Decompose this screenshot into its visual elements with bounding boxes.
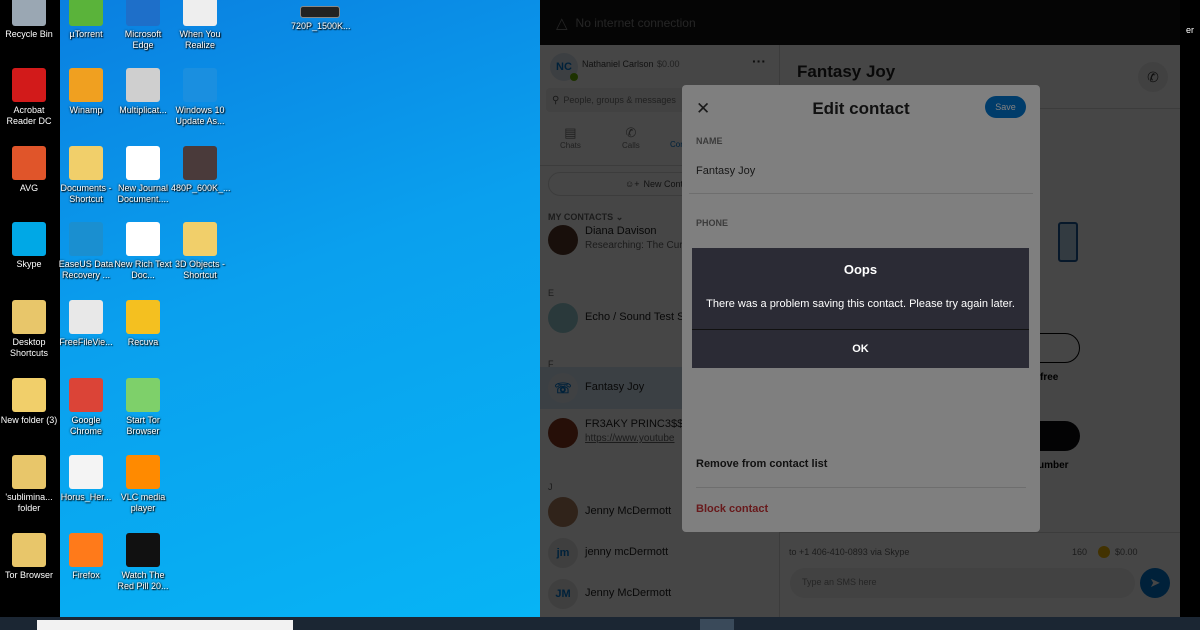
taskbar (0, 617, 1200, 630)
taskbar-active-app[interactable] (700, 619, 734, 630)
desktop-icon[interactable]: Start Tor Browser (114, 378, 172, 437)
desktop-icon-label: Acrobat Reader DC (6, 105, 52, 126)
desktop-icon[interactable]: Firefox (57, 533, 115, 581)
desktop-icon[interactable]: EaseUS Data Recovery ... (57, 222, 115, 281)
desktop-icon-label: Desktop Shortcuts (9, 337, 49, 358)
desktop-icon-label: New Rich Text Doc... (114, 259, 172, 280)
desktop-icon[interactable]: Desktop Shortcuts (0, 300, 58, 359)
app-icon (126, 533, 160, 567)
app-icon (183, 0, 217, 26)
desktop-icon-label: Horus_Her... (60, 492, 112, 502)
desktop-icon[interactable]: Skype (0, 222, 58, 270)
app-icon (126, 300, 160, 334)
app-icon (12, 300, 46, 334)
app-icon (69, 146, 103, 180)
skype-window: NC Nathaniel Carlson $0.00 ··· ⚲ People,… (540, 0, 1180, 617)
desktop-icon[interactable]: Acrobat Reader DC (0, 68, 58, 127)
app-icon (183, 68, 217, 102)
app-icon (12, 0, 46, 26)
desktop-icon-label: EaseUS Data Recovery ... (58, 259, 114, 280)
edge-text: er (1186, 25, 1195, 35)
desktop-icon-label: Google Chrome (69, 415, 102, 436)
desktop-icon-label: µTorrent (69, 29, 103, 39)
app-icon (126, 455, 160, 489)
desktop-icon-label: Winamp (69, 105, 103, 115)
desktop-icon[interactable]: 480P_600K_... (171, 146, 231, 194)
desktop-icon[interactable]: Multiplicat... (114, 68, 172, 116)
app-icon (69, 0, 103, 26)
desktop-icon-label: Watch The Red Pill 20... (117, 570, 169, 591)
desktop-icon-label: Skype (16, 259, 42, 269)
app-icon (69, 300, 103, 334)
app-icon (69, 68, 103, 102)
desktop-icon-720p[interactable]: 720P_1500K... (291, 6, 351, 32)
desktop-icon-label: Recycle Bin (5, 29, 53, 39)
app-icon (12, 378, 46, 412)
ok-button[interactable]: OK (692, 330, 1029, 368)
app-icon (12, 68, 46, 102)
app-icon (69, 378, 103, 412)
desktop-icon[interactable]: Recuva (114, 300, 172, 348)
desktop-icon[interactable]: Recycle Bin (0, 0, 58, 40)
app-icon (126, 378, 160, 412)
desktop-icon-label: VLC media player (120, 492, 166, 513)
desktop-icon[interactable]: 'sublimina... folder (0, 455, 58, 514)
desktop-icon-label: Windows 10 Update As... (175, 105, 225, 126)
app-icon (12, 146, 46, 180)
desktop-icon[interactable]: Documents - Shortcut (57, 146, 115, 205)
desktop-icon[interactable]: New Journal Document.... (114, 146, 172, 205)
app-icon (126, 146, 160, 180)
desktop-icon-label: 3D Objects - Shortcut (174, 259, 225, 280)
app-icon (126, 222, 160, 256)
desktop-icon-label: New Journal Document.... (117, 183, 169, 204)
desktop-icon[interactable]: Google Chrome (57, 378, 115, 437)
desktop-icon[interactable]: VLC media player (114, 455, 172, 514)
desktop-icon[interactable]: Winamp (57, 68, 115, 116)
desktop-icon[interactable]: AVG (0, 146, 58, 194)
desktop-icon-label: Recuva (127, 337, 159, 347)
app-icon (183, 146, 217, 180)
app-icon (69, 533, 103, 567)
desktop-icon-label: Start Tor Browser (126, 415, 160, 436)
error-title: Oops (843, 262, 878, 277)
app-icon (12, 222, 46, 256)
desktop-icon[interactable]: Windows 10 Update As... (171, 68, 229, 127)
ok-label: OK (852, 343, 869, 355)
app-icon (69, 222, 103, 256)
desktop-icon[interactable]: New folder (3) (0, 378, 58, 426)
error-message: There was a problem saving this contact.… (706, 298, 1015, 310)
desktop-icon-label: 720P_1500K... (291, 21, 351, 31)
desktop-icon[interactable]: 3D Objects - Shortcut (171, 222, 229, 281)
desktop-icon[interactable]: When You Realize (171, 0, 229, 51)
desktop-icon-label: 480P_600K_... (171, 183, 231, 193)
video-file-icon (300, 6, 340, 18)
desktop-icon[interactable]: µTorrent (57, 0, 115, 40)
desktop-icon-label: 'sublimina... folder (5, 492, 53, 513)
desktop-icon[interactable]: Horus_Her... (57, 455, 115, 503)
app-icon (69, 455, 103, 489)
desktop-icon-label: AVG (19, 183, 39, 193)
desktop-icon-label: Tor Browser (4, 570, 53, 580)
app-icon (126, 0, 160, 26)
app-icon (12, 533, 46, 567)
desktop-icon[interactable]: Tor Browser (0, 533, 58, 581)
error-dialog: Oops There was a problem saving this con… (692, 248, 1029, 368)
desktop-icon-label: Firefox (72, 570, 100, 580)
desktop-icon[interactable]: FreeFileVie... (57, 300, 115, 348)
desktop-icon-label: Microsoft Edge (124, 29, 162, 50)
taskbar-search-box[interactable] (37, 620, 293, 630)
desktop-icon-label: New folder (3) (0, 415, 58, 425)
desktop-icon[interactable]: New Rich Text Doc... (114, 222, 172, 281)
desktop-icon-label: FreeFileVie... (59, 337, 113, 347)
desktop-icon[interactable]: Watch The Red Pill 20... (114, 533, 172, 592)
app-icon (126, 68, 160, 102)
desktop-icon-label: When You Realize (179, 29, 221, 50)
desktop-icon-label: Multiplicat... (119, 105, 167, 115)
app-icon (12, 455, 46, 489)
desktop-icon-label: Documents - Shortcut (60, 183, 112, 204)
app-icon (183, 222, 217, 256)
desktop-icon[interactable]: Microsoft Edge (114, 0, 172, 51)
